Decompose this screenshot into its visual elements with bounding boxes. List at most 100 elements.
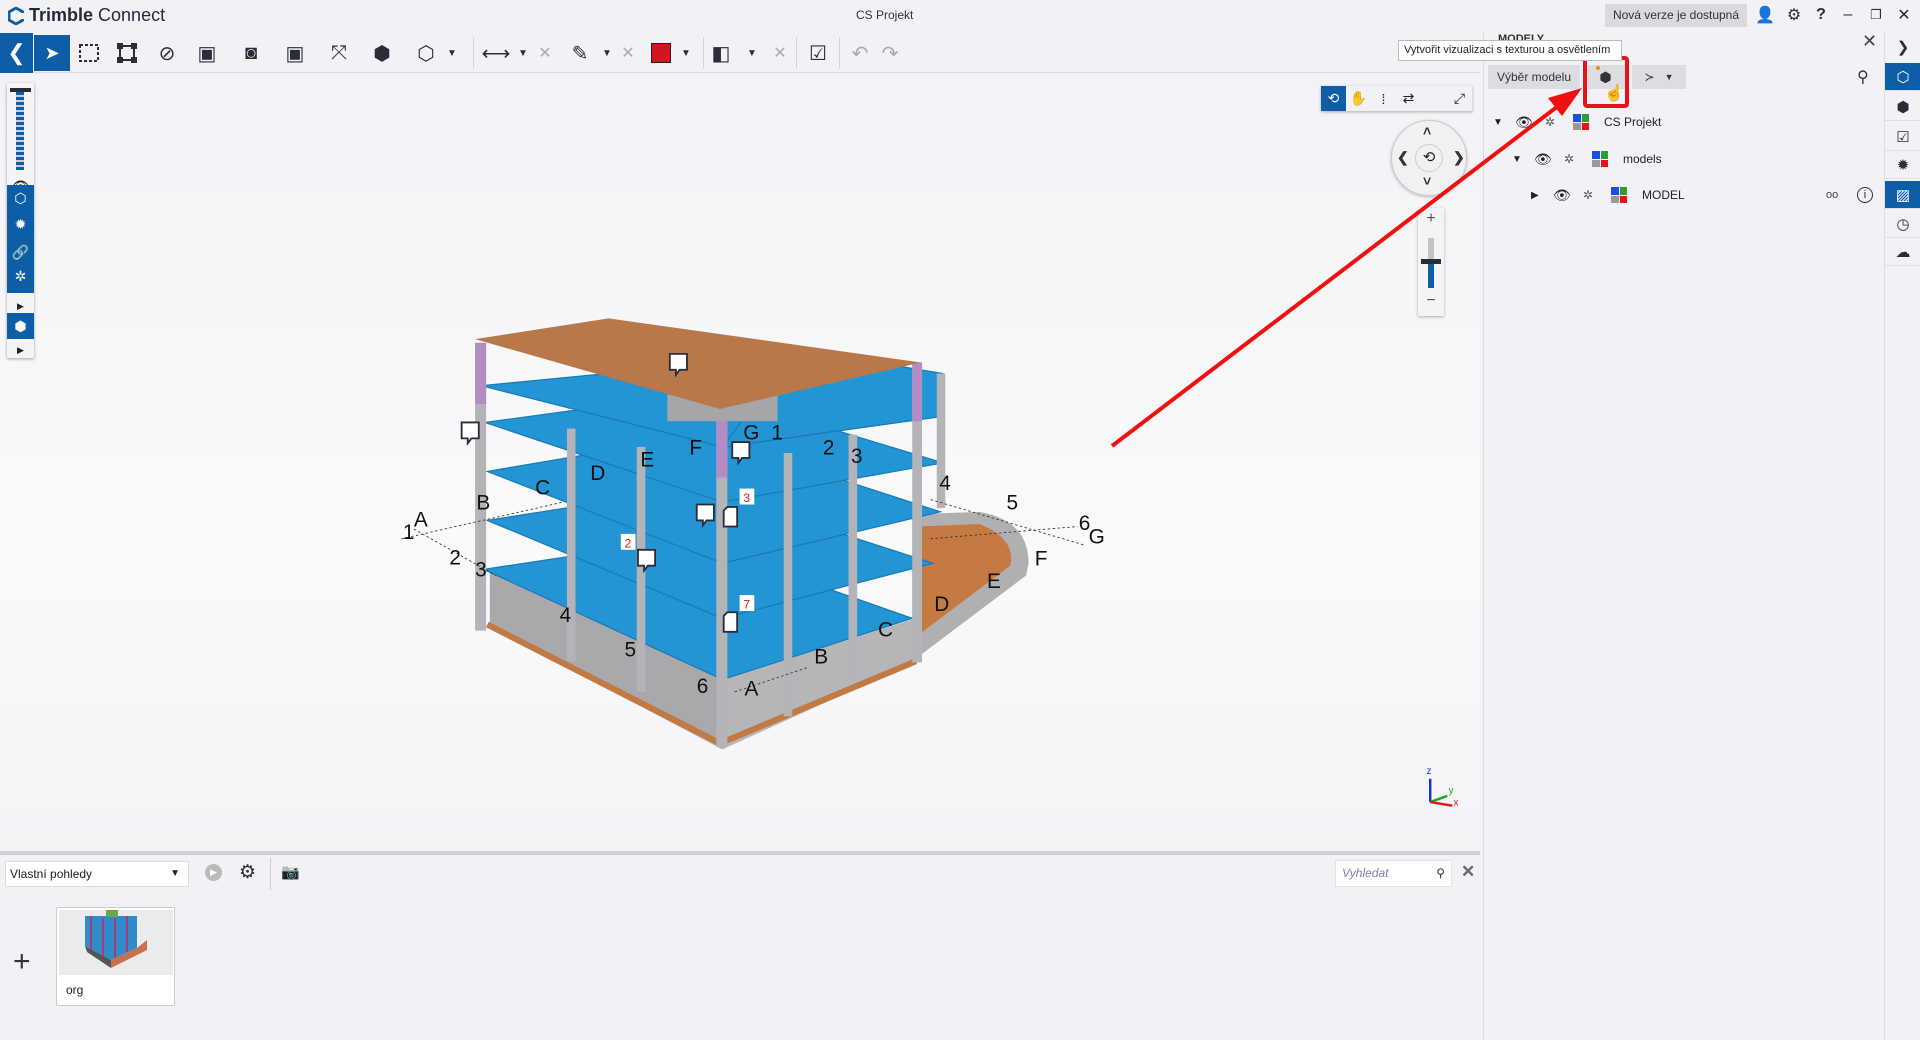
markup-pen-icon[interactable]: ✎: [564, 36, 596, 70]
view-card[interactable]: org: [56, 907, 175, 1006]
swap-arrows-icon[interactable]: ⇄: [1396, 86, 1421, 111]
restore-button[interactable]: ❐: [1865, 4, 1887, 26]
expand-triangle-icon[interactable]: ▶: [1531, 190, 1539, 201]
grid-icon[interactable]: ✲: [1564, 152, 1574, 166]
grid-icon[interactable]: ✲: [7, 263, 34, 289]
walk-footprints-icon[interactable]: ⁞: [1371, 86, 1396, 111]
isolate-icon[interactable]: ▣: [191, 36, 223, 70]
chevron-down-icon[interactable]: ▼: [445, 36, 459, 70]
merge-models-button[interactable]: ≻ ▼: [1632, 65, 1686, 89]
expand-triangle-icon[interactable]: ▼: [1512, 154, 1522, 165]
clear-section-icon[interactable]: ✕: [764, 36, 796, 70]
grid-icon[interactable]: ✲: [1545, 115, 1555, 129]
close-views-icon[interactable]: ✕: [1461, 862, 1475, 882]
3d-viewport[interactable]: [0, 73, 1480, 851]
orbit-icon[interactable]: ⟲: [1321, 86, 1346, 111]
divider: [270, 858, 271, 890]
zoom-in-button[interactable]: +: [1418, 210, 1444, 228]
checklist-icon[interactable]: ☑: [1885, 123, 1920, 151]
link-models-icon[interactable]: oo: [1826, 189, 1838, 201]
eye-icon[interactable]: 👁: [1515, 114, 1533, 131]
tree-row[interactable]: ▶ 👁 ✲ MODEL oo i: [1521, 184, 1883, 206]
image-views-icon[interactable]: ▨: [1885, 181, 1920, 209]
model-select-button[interactable]: Výběr modelu: [1488, 65, 1580, 89]
measure-icon[interactable]: ⟷: [480, 36, 512, 70]
fit-to-view-icon[interactable]: ⤧: [323, 36, 355, 70]
zoom-handle[interactable]: [1421, 259, 1441, 264]
object-properties-icon[interactable]: ⬢: [366, 36, 398, 70]
settings-gear-icon[interactable]: ⚙: [1783, 4, 1805, 26]
tree-row[interactable]: ▼ 👁 ✲ CS Projekt: [1483, 111, 1883, 133]
orbit-center-icon[interactable]: ⟲: [1415, 144, 1443, 172]
nav-right-icon[interactable]: ❯: [1453, 149, 1465, 166]
camera-icon[interactable]: 📷: [281, 863, 300, 881]
models-cube-icon[interactable]: ⬡: [1885, 63, 1920, 91]
info-icon[interactable]: i: [1857, 187, 1873, 203]
layers-cube-icon[interactable]: ⬢: [7, 313, 34, 339]
markup-color-swatch[interactable]: [645, 36, 677, 70]
views-dropdown[interactable]: Vlastní pohledy ▼: [5, 861, 189, 887]
tree-row[interactable]: ▼ 👁 ✲ models: [1502, 148, 1883, 170]
main-toolbar: ❮ ➤ ⊘ ▣ ◙ ▣ ⤧ ⬢ ⬡ ▼ ⟷ ▼ ✕ ✎ ▼ ✕ ▼ ◧ ▼ ✕ …: [0, 33, 1480, 73]
gear-icon[interactable]: ✹: [7, 211, 34, 237]
pan-hand-icon[interactable]: ✋: [1346, 86, 1371, 111]
add-view-button[interactable]: +: [13, 945, 31, 979]
chevron-down-icon[interactable]: ▼: [745, 36, 759, 70]
expand-triangle-icon[interactable]: ▼: [1493, 117, 1503, 128]
side-icon-strip: ❯ ⬡ ⬢ ☑ ✹ ▨ ◷ ☁: [1884, 31, 1920, 1040]
eye-icon[interactable]: 👁: [1534, 151, 1552, 168]
transparency-slider[interactable]: [16, 92, 24, 170]
chevron-down-icon: ▼: [1664, 72, 1674, 82]
checklist-add-icon[interactable]: ☑: [802, 36, 834, 70]
select-tool-button[interactable]: ➤: [34, 35, 70, 71]
nav-left-icon[interactable]: ❮: [1397, 149, 1409, 166]
redo-icon[interactable]: ↷: [874, 36, 906, 70]
grid-icon[interactable]: ✲: [1583, 188, 1593, 202]
chevron-right-icon[interactable]: ❯: [1885, 33, 1920, 61]
nav-up-icon[interactable]: ˄: [1423, 123, 1431, 139]
cloud-icon[interactable]: ☁: [1885, 238, 1920, 266]
app-name-rest: Connect: [93, 5, 166, 25]
cube-icon[interactable]: ⬡: [7, 185, 34, 211]
help-icon[interactable]: ?: [1810, 4, 1832, 26]
fullscreen-icon[interactable]: ⤢: [1447, 86, 1472, 111]
link-icon[interactable]: 🔗: [7, 239, 34, 265]
ghost-icon[interactable]: ◙: [235, 36, 267, 70]
chevron-down-icon[interactable]: ▼: [679, 36, 693, 70]
clear-markup-icon[interactable]: ✕: [612, 36, 644, 70]
objects-cube-icon[interactable]: ⬢: [1885, 93, 1920, 121]
navigation-wheel[interactable]: ˄ ˅ ❮ ❯ ⟲: [1391, 120, 1467, 196]
expand-arrow-icon[interactable]: ▶: [7, 337, 34, 363]
minimize-button[interactable]: –: [1837, 4, 1859, 26]
section-plane-icon[interactable]: ◧: [705, 36, 737, 70]
new-version-button[interactable]: Nová verze je dostupná: [1605, 4, 1747, 27]
undo-icon[interactable]: ↶: [844, 36, 876, 70]
project-title: CS Projekt: [856, 8, 914, 22]
views-search-input[interactable]: Vyhledat ⚲: [1335, 860, 1452, 887]
user-icon[interactable]: 👤: [1754, 4, 1776, 26]
close-window-button[interactable]: ✕: [1893, 4, 1915, 26]
color-squares-icon: [1592, 151, 1608, 167]
play-icon[interactable]: ▶: [205, 864, 222, 881]
app-name-bold: Trimble: [29, 5, 94, 25]
divider: [473, 37, 474, 69]
show-only-icon[interactable]: ▣: [279, 36, 311, 70]
hand-cursor-icon: ☝: [1604, 85, 1624, 102]
history-clock-icon[interactable]: ◷: [1885, 210, 1920, 238]
chevron-down-icon[interactable]: ▼: [516, 36, 530, 70]
view-cube-icon[interactable]: ⬡: [410, 36, 442, 70]
nav-down-icon[interactable]: ˅: [1423, 173, 1431, 189]
trimble-logo-icon: [8, 6, 24, 25]
clear-measure-icon[interactable]: ✕: [529, 36, 561, 70]
box-select-icon[interactable]: [111, 36, 143, 70]
search-icon[interactable]: ⚲: [1857, 67, 1869, 87]
rectangle-select-icon[interactable]: [73, 36, 105, 70]
settings-gear-icon[interactable]: ⚙: [239, 861, 256, 884]
chevron-down-icon: ▼: [170, 868, 180, 879]
close-panel-icon[interactable]: ✕: [1862, 31, 1877, 52]
hide-eye-icon[interactable]: ⊘: [151, 36, 183, 70]
settings-gear-icon[interactable]: ✹: [1885, 151, 1920, 179]
zoom-out-button[interactable]: −: [1418, 292, 1444, 310]
eye-icon[interactable]: 👁: [1553, 187, 1571, 204]
back-chevron-button[interactable]: ❮: [0, 33, 33, 73]
